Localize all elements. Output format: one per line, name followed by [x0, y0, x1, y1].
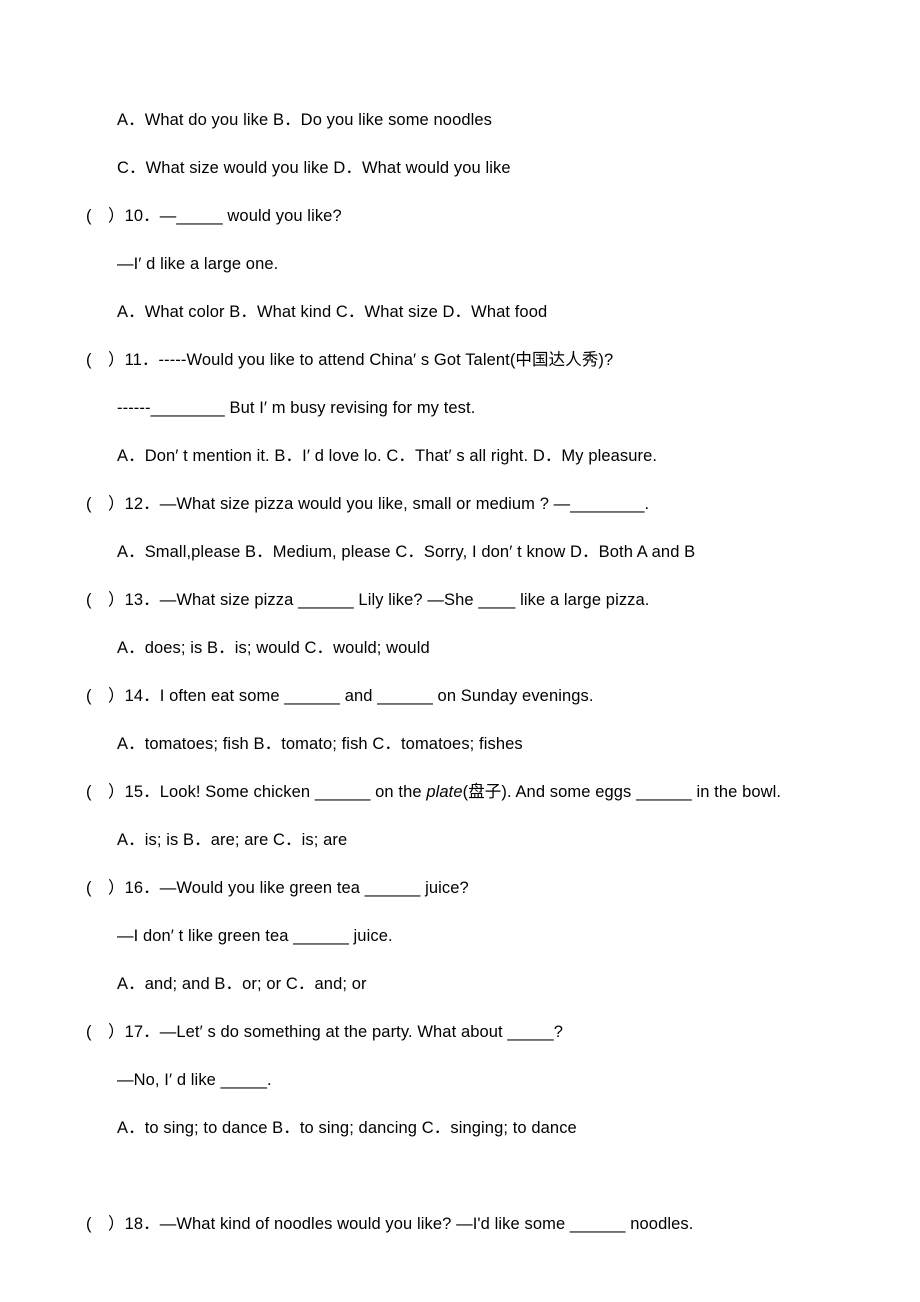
- reply-line: ------________ But I′ m busy revising fo…: [0, 384, 920, 432]
- question-text: ）14．I often eat some ______ and ______ o…: [108, 687, 594, 705]
- question-text: ）11．-----Would you like to attend China′…: [108, 351, 614, 369]
- option-text: A．Small,please B．Medium, please C．Sorry,…: [117, 543, 696, 561]
- question-stem-line: ( ）16．—Would you like green tea ______ ju…: [0, 864, 920, 912]
- reply-text: —I don′ t like green tea ______ juice.: [117, 927, 393, 945]
- option-text: A．What do you like B．Do you like some no…: [117, 111, 493, 129]
- option-text: A．does; is B．is; would C．would; would: [117, 639, 430, 657]
- question-text: ）16．—Would you like green tea ______ jui…: [108, 879, 469, 897]
- question-stem-line: ( ）10．—_____ would you like?: [0, 192, 920, 240]
- question-text: ）18．—What kind of noodles would you like…: [108, 1215, 694, 1233]
- option-text: A．tomatoes; fish B．tomato; fish C．tomato…: [117, 735, 523, 753]
- question-stem-line: ( ）11．-----Would you like to attend China…: [0, 336, 920, 384]
- answer-box-paren: (: [86, 1215, 92, 1233]
- option-text: A．and; and B．or; or C．and; or: [117, 975, 367, 993]
- question-stem-line: ( ）14．I often eat some ______ and ______ …: [0, 672, 920, 720]
- answer-box-paren: (: [86, 1023, 92, 1041]
- reply-line: —I don′ t like green tea ______ juice.: [0, 912, 920, 960]
- answer-box-paren: (: [86, 207, 92, 225]
- option-line: A．tomatoes; fish B．tomato; fish C．tomato…: [0, 720, 920, 768]
- answer-box-paren: (: [86, 495, 92, 513]
- question-text: ）17．—Let′ s do something at the party. W…: [108, 1023, 564, 1041]
- answer-box-paren: (: [86, 687, 92, 705]
- reply-text: ------________ But I′ m busy revising fo…: [117, 399, 476, 417]
- question-text: ）13．—What size pizza ______ Lily like? —…: [108, 591, 650, 609]
- option-line: A．Small,please B．Medium, please C．Sorry,…: [0, 528, 920, 576]
- question-stem-line: ( ）17．—Let′ s do something at the party. …: [0, 1008, 920, 1056]
- reply-text: —No, I′ d like _____.: [117, 1071, 272, 1089]
- option-line: A．What do you like B．Do you like some no…: [0, 96, 920, 144]
- option-line: A．What color B．What kind C．What size D．W…: [0, 288, 920, 336]
- option-text: A．Don′ t mention it. B．I′ d love lo. C．T…: [117, 447, 658, 465]
- answer-box-paren: (: [86, 879, 92, 897]
- option-line: A．is; is B．are; are C．is; are: [0, 816, 920, 864]
- option-line: A．to sing; to dance B．to sing; dancing C…: [0, 1104, 920, 1152]
- option-line: C．What size would you like D．What would …: [0, 144, 920, 192]
- question-stem-line: ( ）15．Look! Some chicken ______ on the pl…: [0, 768, 920, 816]
- question-text: ）10．—_____ would you like?: [108, 207, 342, 225]
- answer-box-paren: (: [86, 351, 92, 369]
- reply-text: —I′ d like a large one.: [117, 255, 279, 273]
- option-text: A．to sing; to dance B．to sing; dancing C…: [117, 1119, 577, 1137]
- option-line: A．Don′ t mention it. B．I′ d love lo. C．T…: [0, 432, 920, 480]
- option-text: C．What size would you like D．What would …: [117, 159, 511, 177]
- option-text: A．is; is B．are; are C．is; are: [117, 831, 348, 849]
- question-stem-line: ( ）13．—What size pizza ______ Lily like? …: [0, 576, 920, 624]
- line-spacer: [0, 1152, 920, 1200]
- question-text: ）12．—What size pizza would you like, sma…: [108, 495, 650, 513]
- reply-line: —No, I′ d like _____.: [0, 1056, 920, 1104]
- option-text: A．What color B．What kind C．What size D．W…: [117, 303, 548, 321]
- reply-line: —I′ d like a large one.: [0, 240, 920, 288]
- glossed-word: plate: [426, 783, 463, 801]
- question-text-part: (盘子). And some eggs ______ in the bowl.: [462, 783, 782, 801]
- question-text-part: ）15．Look! Some chicken ______ on the: [108, 783, 427, 801]
- exam-question-list: A．What do you like B．Do you like some no…: [0, 96, 920, 1248]
- option-line: A．and; and B．or; or C．and; or: [0, 960, 920, 1008]
- option-line: A．does; is B．is; would C．would; would: [0, 624, 920, 672]
- question-stem-line: ( ）12．—What size pizza would you like, sm…: [0, 480, 920, 528]
- answer-box-paren: (: [86, 783, 92, 801]
- answer-box-paren: (: [86, 591, 92, 609]
- question-stem-line: ( ）18．—What kind of noodles would you lik…: [0, 1200, 920, 1248]
- document-page: A．What do you like B．Do you like some no…: [0, 0, 920, 1302]
